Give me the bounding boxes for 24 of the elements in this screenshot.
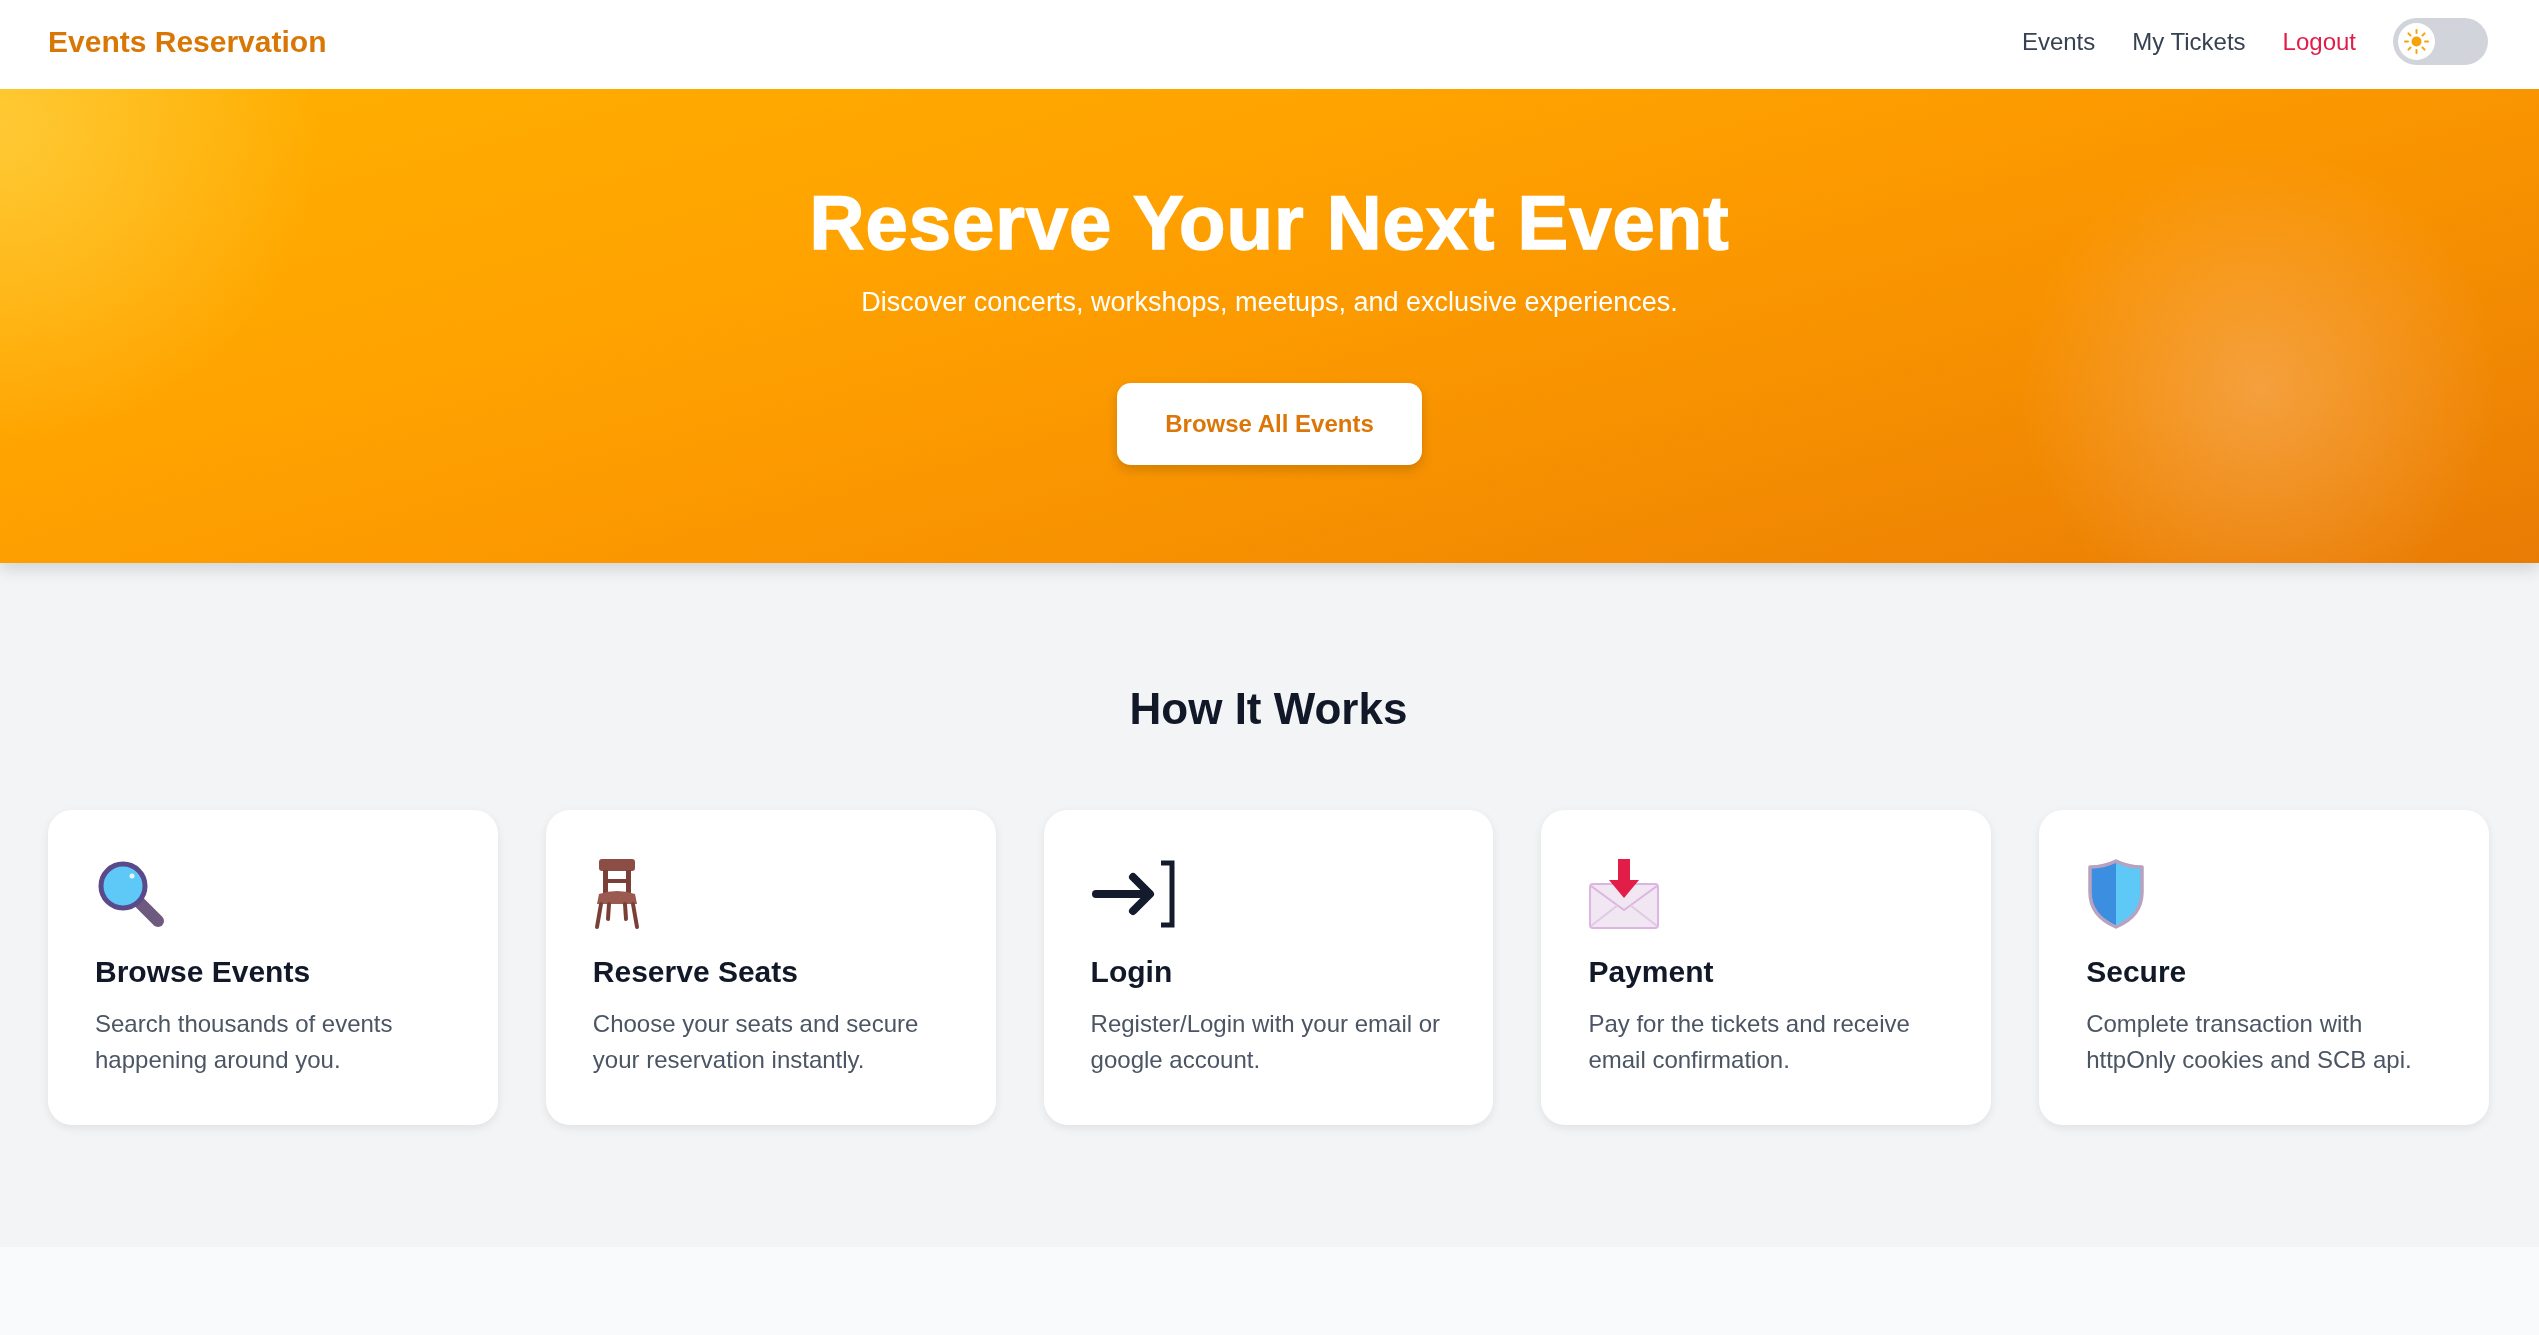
envelope-icon	[1588, 858, 1661, 930]
card-text: Search thousands of events happening around you.	[95, 1009, 394, 1075]
card-title: Secure	[2086, 954, 2187, 990]
browse-button[interactable]: Browse All Events	[1117, 383, 1422, 465]
logout-link[interactable]: Logout	[2282, 27, 2356, 56]
card-title: Login	[1090, 954, 1173, 990]
brand-name[interactable]: Events Reservation	[48, 24, 327, 59]
card-text: Register/Login with your email or google account.	[1090, 1009, 1442, 1075]
card-text: Pay for the tickets and receive email confirmation.	[1588, 1009, 1911, 1075]
chair-icon	[592, 858, 641, 930]
shield-icon	[2086, 858, 2147, 930]
card-title: Reserve Seats	[592, 954, 798, 990]
card-title: Payment	[1588, 954, 1714, 990]
hero-title: Reserve Your Next Event	[809, 181, 1730, 265]
card-text: Complete transaction with httpOnly cookies and SCB api.	[2086, 1009, 2413, 1075]
nav-link[interactable]: Events	[2021, 27, 2096, 56]
nav-link[interactable]: My Tickets	[2132, 27, 2246, 56]
card-text: Choose your seats and secure your reservation instantly.	[592, 1009, 920, 1075]
sun-icon	[2398, 23, 2435, 60]
card-title: Browse Events	[95, 954, 311, 990]
section-title: How It Works	[1128, 684, 1409, 734]
login-icon	[1090, 860, 1177, 928]
theme-toggle[interactable]	[2393, 18, 2488, 65]
hero-subtitle: Discover concerts, workshops, meetups, and exclusive experiences.	[861, 286, 1678, 319]
